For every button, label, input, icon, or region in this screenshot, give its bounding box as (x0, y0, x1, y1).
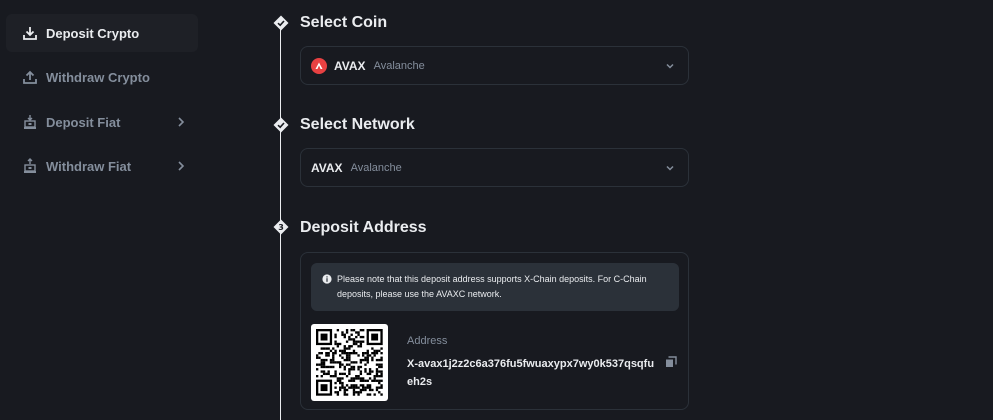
step-number: 3 (278, 222, 284, 232)
deposit-address-value[interactable]: X-avax1j2z2c6a376fu5fwuaxypx7wy0k537qsqf… (407, 355, 657, 391)
check-icon (277, 122, 285, 129)
coin-symbol: AVAX (334, 58, 366, 73)
sidebar-item-label: Withdraw Fiat (46, 158, 132, 174)
sidebar: Deposit Crypto Withdraw Crypto Deposit F… (0, 0, 205, 420)
chevron-right-icon (174, 159, 188, 173)
step-title-select-network: Select Network (300, 116, 415, 133)
chevron-down-icon (664, 60, 676, 72)
sidebar-item-label: Deposit Fiat (46, 114, 121, 130)
notice-text-line1: Please note that this deposit address su… (337, 274, 647, 284)
coin-select[interactable]: AVAX Avalanche (300, 46, 689, 85)
network-symbol: AVAX (311, 160, 343, 175)
step-title-deposit-address: Deposit Address (300, 219, 427, 236)
deposit-address-card: Please note that this deposit address su… (300, 252, 689, 410)
avalanche-logo-icon (311, 57, 327, 74)
sidebar-item-deposit-crypto[interactable]: Deposit Crypto (6, 14, 198, 52)
network-select[interactable]: AVAX Avalanche (300, 148, 689, 187)
step-complete-marker (273, 117, 289, 133)
bank-deposit-icon (22, 114, 38, 130)
sidebar-item-withdraw-crypto[interactable]: Withdraw Crypto (6, 58, 198, 96)
deposit-qr-code (311, 324, 388, 401)
chevron-down-icon (664, 162, 676, 174)
upload-icon (22, 69, 38, 85)
step-number-marker: 3 (273, 219, 289, 235)
xchain-notice: Please note that this deposit address su… (311, 263, 679, 311)
info-icon (322, 274, 332, 284)
notice-text-line2: deposits, please use the AVAXC network. (337, 289, 502, 299)
copy-icon[interactable] (665, 356, 677, 368)
step-title-select-coin: Select Coin (300, 14, 388, 31)
network-name: Avalanche (350, 161, 402, 174)
sidebar-item-withdraw-fiat[interactable]: Withdraw Fiat (6, 147, 198, 185)
bank-withdraw-icon (22, 158, 38, 174)
step-complete-marker (273, 15, 289, 31)
chevron-right-icon (174, 115, 188, 129)
sidebar-item-deposit-fiat[interactable]: Deposit Fiat (6, 103, 198, 141)
check-icon (277, 20, 285, 27)
sidebar-item-label: Withdraw Crypto (46, 69, 150, 85)
sidebar-item-label: Deposit Crypto (46, 25, 140, 41)
address-label: Address (407, 335, 448, 347)
coin-name: Avalanche (373, 59, 425, 72)
download-icon (22, 25, 38, 41)
